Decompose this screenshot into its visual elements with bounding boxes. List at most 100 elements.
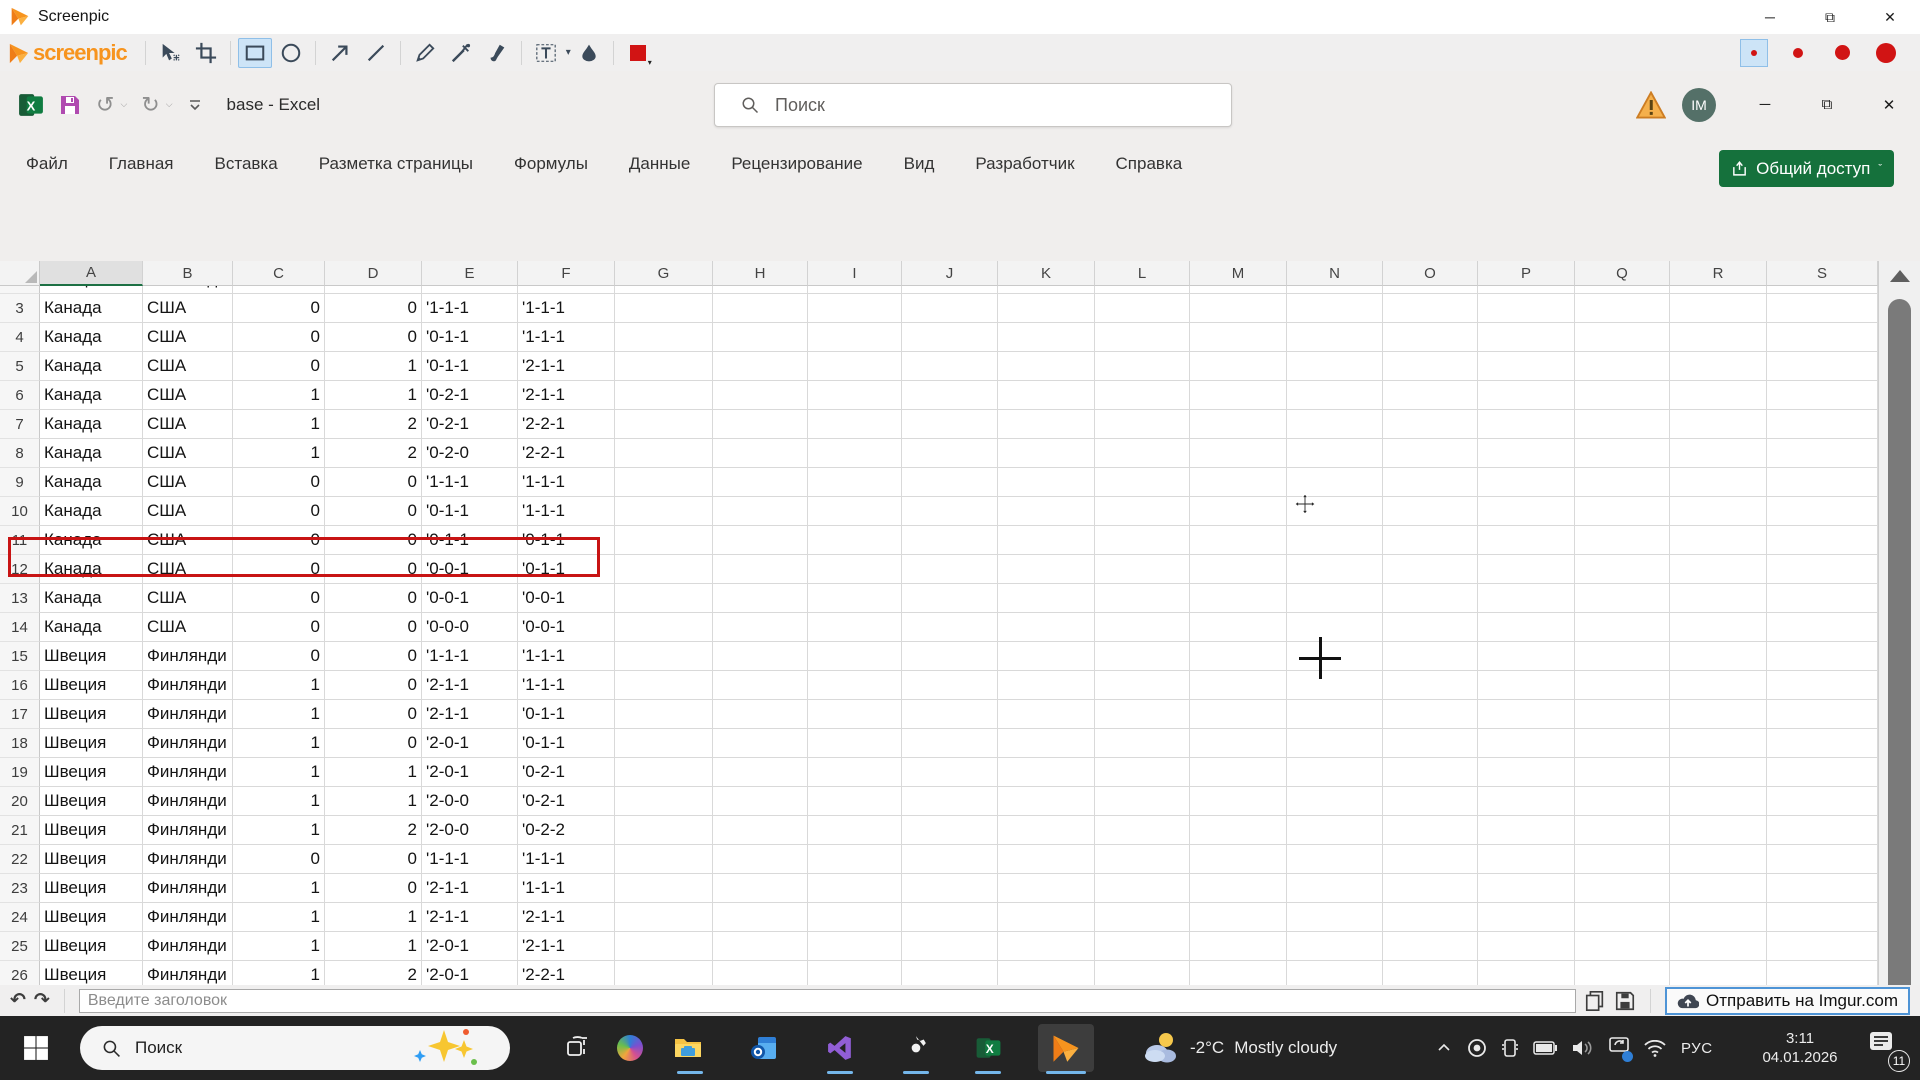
cast-icon[interactable] bbox=[1609, 1036, 1633, 1062]
cell[interactable] bbox=[1190, 903, 1287, 932]
cell[interactable] bbox=[808, 845, 902, 874]
cell[interactable] bbox=[1095, 352, 1190, 381]
cell[interactable]: '1-1-1 bbox=[518, 468, 615, 497]
cell[interactable] bbox=[1767, 932, 1878, 961]
cell[interactable] bbox=[998, 381, 1095, 410]
cell[interactable] bbox=[1383, 526, 1478, 555]
cell[interactable] bbox=[902, 410, 998, 439]
tab-Разметка страницы[interactable]: Разметка страницы bbox=[319, 154, 473, 174]
cell[interactable] bbox=[1383, 816, 1478, 845]
row-number[interactable]: 13 bbox=[0, 584, 40, 613]
cell[interactable] bbox=[808, 932, 902, 961]
cell[interactable] bbox=[1478, 845, 1575, 874]
row-number[interactable]: 3 bbox=[0, 294, 40, 323]
cell[interactable]: 0 bbox=[233, 286, 325, 294]
cell[interactable] bbox=[902, 286, 998, 294]
cell[interactable] bbox=[1190, 671, 1287, 700]
cell[interactable]: Швеция bbox=[40, 642, 143, 671]
cell[interactable] bbox=[615, 323, 713, 352]
cell[interactable] bbox=[1478, 787, 1575, 816]
cell[interactable] bbox=[1478, 700, 1575, 729]
cell[interactable] bbox=[1287, 903, 1383, 932]
cell[interactable]: Швеция bbox=[40, 729, 143, 758]
size-option-m[interactable] bbox=[1828, 39, 1856, 67]
cell[interactable]: 0 bbox=[325, 584, 422, 613]
taskbar-search[interactable]: Поиск bbox=[80, 1026, 510, 1070]
cell[interactable] bbox=[1287, 700, 1383, 729]
cell[interactable] bbox=[1575, 381, 1670, 410]
cell[interactable] bbox=[1287, 758, 1383, 787]
cell[interactable] bbox=[808, 294, 902, 323]
cell[interactable] bbox=[1287, 439, 1383, 468]
cell[interactable]: '1-1-1 bbox=[518, 845, 615, 874]
cell[interactable]: '2-0-0 bbox=[422, 816, 518, 845]
cell[interactable] bbox=[808, 352, 902, 381]
cell[interactable] bbox=[1190, 497, 1287, 526]
cell[interactable]: '0-1-1 bbox=[422, 497, 518, 526]
cell[interactable] bbox=[1095, 700, 1190, 729]
cell[interactable]: 1 bbox=[233, 903, 325, 932]
cell[interactable] bbox=[902, 294, 998, 323]
cell[interactable] bbox=[1478, 932, 1575, 961]
cell[interactable]: США bbox=[143, 613, 233, 642]
cell[interactable] bbox=[1383, 381, 1478, 410]
excel-search-box[interactable]: Поиск bbox=[714, 83, 1232, 127]
cell[interactable] bbox=[1478, 671, 1575, 700]
cell[interactable]: Швеция bbox=[40, 700, 143, 729]
cell[interactable] bbox=[1095, 903, 1190, 932]
cell[interactable] bbox=[1478, 526, 1575, 555]
cell[interactable] bbox=[998, 323, 1095, 352]
cell[interactable]: '0-0-1 bbox=[518, 584, 615, 613]
row-number[interactable]: 14 bbox=[0, 613, 40, 642]
cell[interactable] bbox=[1287, 787, 1383, 816]
cell[interactable] bbox=[615, 613, 713, 642]
cell[interactable] bbox=[808, 903, 902, 932]
cell[interactable] bbox=[902, 758, 998, 787]
cell[interactable] bbox=[1190, 932, 1287, 961]
restore-icon[interactable]: ⧉ bbox=[1796, 71, 1858, 138]
cell[interactable] bbox=[1767, 555, 1878, 584]
size-option-s[interactable] bbox=[1784, 39, 1812, 67]
cell[interactable] bbox=[902, 932, 998, 961]
cell[interactable] bbox=[1095, 381, 1190, 410]
cell[interactable] bbox=[1095, 845, 1190, 874]
crop-tool[interactable] bbox=[189, 38, 223, 68]
cell[interactable]: '0-1-1 bbox=[422, 352, 518, 381]
cell[interactable] bbox=[1095, 555, 1190, 584]
vertical-scrollbar[interactable] bbox=[1878, 261, 1920, 1056]
save-icon[interactable] bbox=[1614, 990, 1636, 1012]
cell[interactable]: 0 bbox=[325, 323, 422, 352]
cell[interactable] bbox=[1767, 468, 1878, 497]
blur-tool[interactable] bbox=[572, 38, 606, 68]
cell[interactable] bbox=[1095, 642, 1190, 671]
cell[interactable] bbox=[998, 932, 1095, 961]
cell[interactable] bbox=[1478, 352, 1575, 381]
cell[interactable] bbox=[713, 642, 808, 671]
tab-Вид[interactable]: Вид bbox=[904, 154, 935, 174]
cell[interactable]: Финлянди bbox=[143, 932, 233, 961]
cell[interactable] bbox=[615, 816, 713, 845]
cell[interactable] bbox=[808, 323, 902, 352]
cell[interactable] bbox=[1478, 903, 1575, 932]
cell[interactable] bbox=[1575, 555, 1670, 584]
battery-icon[interactable] bbox=[1533, 1041, 1557, 1055]
chevron-up-icon[interactable] bbox=[1436, 1040, 1452, 1056]
cell[interactable] bbox=[1287, 932, 1383, 961]
cell[interactable] bbox=[808, 555, 902, 584]
column-header-A[interactable]: A bbox=[40, 261, 143, 286]
cell[interactable] bbox=[1670, 410, 1767, 439]
cell[interactable] bbox=[615, 903, 713, 932]
cell[interactable] bbox=[1095, 787, 1190, 816]
row-number[interactable]: 15 bbox=[0, 642, 40, 671]
cell[interactable] bbox=[808, 613, 902, 642]
cell[interactable]: Канада bbox=[40, 294, 143, 323]
cell[interactable] bbox=[1767, 700, 1878, 729]
cell[interactable] bbox=[1670, 758, 1767, 787]
cell[interactable]: 0 bbox=[233, 845, 325, 874]
column-header-D[interactable]: D bbox=[325, 261, 422, 286]
cell[interactable] bbox=[1287, 729, 1383, 758]
cell[interactable] bbox=[1478, 555, 1575, 584]
cell[interactable] bbox=[808, 584, 902, 613]
cell[interactable] bbox=[998, 468, 1095, 497]
cell[interactable] bbox=[998, 613, 1095, 642]
